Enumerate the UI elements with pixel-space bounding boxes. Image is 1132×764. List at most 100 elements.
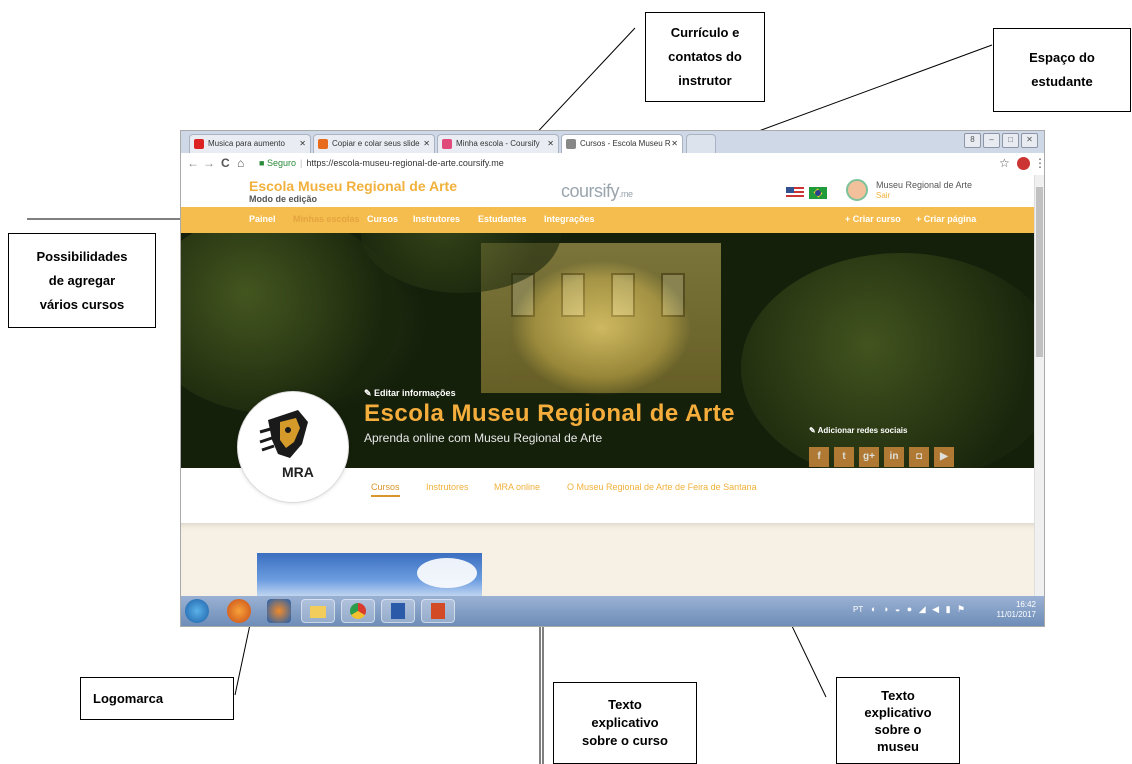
facebook-icon[interactable]: f [809, 447, 829, 467]
close-window-icon[interactable]: ✕ [1021, 133, 1038, 148]
callout-line: instrutor [678, 73, 732, 88]
site-header: Escola Museu Regional de Arte Modo de ed… [181, 175, 1044, 207]
edit-info-label: Editar informações [374, 388, 456, 398]
browser-tab[interactable]: Musica para aumento ✕ [189, 134, 311, 153]
system-tray-icons[interactable]: ◐ ◑ ◒ ● ◢ ◀ ▮ ⚑ [871, 604, 967, 615]
callout-line: vários cursos [39, 296, 125, 312]
tab-cursos[interactable]: Cursos [371, 482, 400, 497]
callout-line: Possibilidades [36, 248, 128, 264]
logout-link[interactable]: Sair [876, 191, 890, 200]
us-flag-icon[interactable] [786, 187, 804, 199]
secure-label: Seguro [266, 158, 296, 168]
brazil-flag-icon[interactable] [809, 187, 827, 199]
minimize-icon[interactable]: – [983, 133, 1000, 148]
clock-time: 16:42 [1015, 600, 1036, 609]
word-icon[interactable] [381, 599, 415, 623]
page-scrollbar[interactable] [1034, 175, 1044, 596]
linkedin-icon[interactable]: in [884, 447, 904, 467]
youtube-icon [194, 139, 204, 149]
close-icon[interactable]: ✕ [423, 135, 430, 153]
url-text: https://escola-museu-regional-de-arte.co… [306, 158, 504, 168]
hero-subtitle: Aprenda online com Museu Regional de Art… [364, 431, 603, 445]
tab-strip: Musica para aumento ✕ Copiar e colar seu… [181, 131, 1044, 153]
user-name[interactable]: Museu Regional de Arte [876, 180, 972, 190]
callout-line: estudante [1031, 74, 1093, 89]
edit-icon: ✎ [809, 426, 818, 435]
reload-icon[interactable]: C [221, 156, 230, 170]
close-icon[interactable]: ✕ [299, 135, 306, 153]
menu-item-cursos[interactable]: Cursos [367, 214, 398, 224]
back-icon[interactable]: ← [187, 156, 199, 170]
callout-logomarca: Logomarca [80, 677, 234, 720]
folder-icon[interactable] [301, 599, 335, 623]
tab-mra-online[interactable]: MRA online [494, 482, 540, 492]
coursify-icon [442, 139, 452, 149]
tab-instrutores[interactable]: Instrutores [426, 482, 469, 492]
profile-icon[interactable]: 8 [964, 133, 981, 148]
callout-line: contatos do [668, 49, 742, 64]
edit-info-button[interactable]: ✎ Editar informações [364, 388, 456, 399]
youtube-icon[interactable]: ▶ [934, 447, 954, 467]
callout-curriculo: Currículo e contatos do instrutor [645, 12, 765, 102]
tree-image [181, 233, 401, 413]
school-logo[interactable]: MRA [237, 391, 349, 503]
bookmark-star-icon[interactable]: ☆ [999, 156, 1010, 170]
powerpoint-icon[interactable] [421, 599, 455, 623]
tree-image [741, 253, 1044, 468]
instagram-icon[interactable]: ◘ [909, 447, 929, 467]
extension-icon[interactable] [1017, 157, 1030, 170]
callout-line: sobre o curso [582, 733, 668, 748]
brand-suffix: .me [619, 189, 633, 199]
school-name[interactable]: Escola Museu Regional de Arte [249, 178, 457, 194]
maximize-icon[interactable]: □ [1002, 133, 1019, 148]
callout-line: sobre o [874, 721, 922, 737]
add-social-label: Adicionar redes sociais [817, 426, 908, 435]
course-thumbnail[interactable] [257, 553, 482, 598]
menu-item-estudantes[interactable]: Estudantes [478, 214, 527, 224]
chrome-icon[interactable] [341, 599, 375, 623]
scrollbar-thumb[interactable] [1036, 187, 1043, 357]
menu-item-instrutores[interactable]: Instrutores [413, 214, 460, 224]
callout-texto-curso: Texto explicativo sobre o curso [553, 682, 697, 764]
tab-museu[interactable]: O Museu Regional de Arte de Feira de San… [567, 482, 757, 492]
lock-icon: ■ [259, 158, 265, 168]
language-indicator[interactable]: PT [853, 605, 863, 614]
callout-espaco-estudante: Espaço do estudante [993, 28, 1131, 112]
create-page-button[interactable]: + Criar página [916, 214, 976, 224]
start-orb-icon[interactable] [185, 599, 209, 623]
edit-icon: ✎ [364, 388, 375, 398]
window-controls: 8– □ ✕ [962, 133, 1038, 148]
browser-tab[interactable]: Minha escola - Coursify ✕ [437, 134, 559, 153]
callout-line: de agregar [48, 272, 116, 288]
firefox-icon[interactable] [227, 599, 251, 623]
browser-tab-active[interactable]: Cursos - Escola Museu R ✕ [561, 134, 683, 153]
callout-possibilidades: Possibilidades de agregar vários cursos [8, 233, 156, 328]
menu-item-escolas[interactable]: Minhas escolas [293, 214, 360, 224]
brand-name: coursify [561, 181, 620, 201]
add-social-button[interactable]: ✎ Adicionar redes sociais [809, 426, 907, 435]
menu-item-integracoes[interactable]: Integrações [544, 214, 595, 224]
new-tab-button[interactable] [686, 134, 716, 153]
google-plus-icon[interactable]: g+ [859, 447, 879, 467]
logo-text: MRA [282, 464, 314, 480]
forward-icon[interactable]: → [203, 156, 215, 170]
close-icon[interactable]: ✕ [671, 135, 678, 153]
mask-icon [259, 410, 308, 458]
browser-tab[interactable]: Copiar e colar seus slide ✕ [313, 134, 435, 153]
close-icon[interactable]: ✕ [547, 135, 554, 153]
callout-line: Texto [608, 697, 642, 712]
media-player-icon[interactable] [267, 599, 291, 623]
home-icon[interactable]: ⌂ [237, 156, 244, 170]
clock[interactable]: 16:42 11/01/2017 [997, 600, 1036, 620]
avatar[interactable] [846, 179, 868, 201]
twitter-icon[interactable]: t [834, 447, 854, 467]
callout-line: explicativo [864, 704, 932, 720]
callout-texto-museu: Texto explicativo sobre o museu [836, 677, 960, 764]
tab-label: Musica para aumento [208, 139, 285, 148]
menu-dots-icon[interactable]: ⋮ [1034, 156, 1044, 170]
menu-item-painel[interactable]: Painel [249, 214, 276, 224]
url-field[interactable]: ■ Seguro | https://escola-museu-regional-d… [259, 156, 999, 171]
callout-line: explicativo [591, 715, 659, 730]
coursify-logo[interactable]: coursify.me [561, 181, 633, 202]
create-course-button[interactable]: + Criar curso [845, 214, 901, 224]
